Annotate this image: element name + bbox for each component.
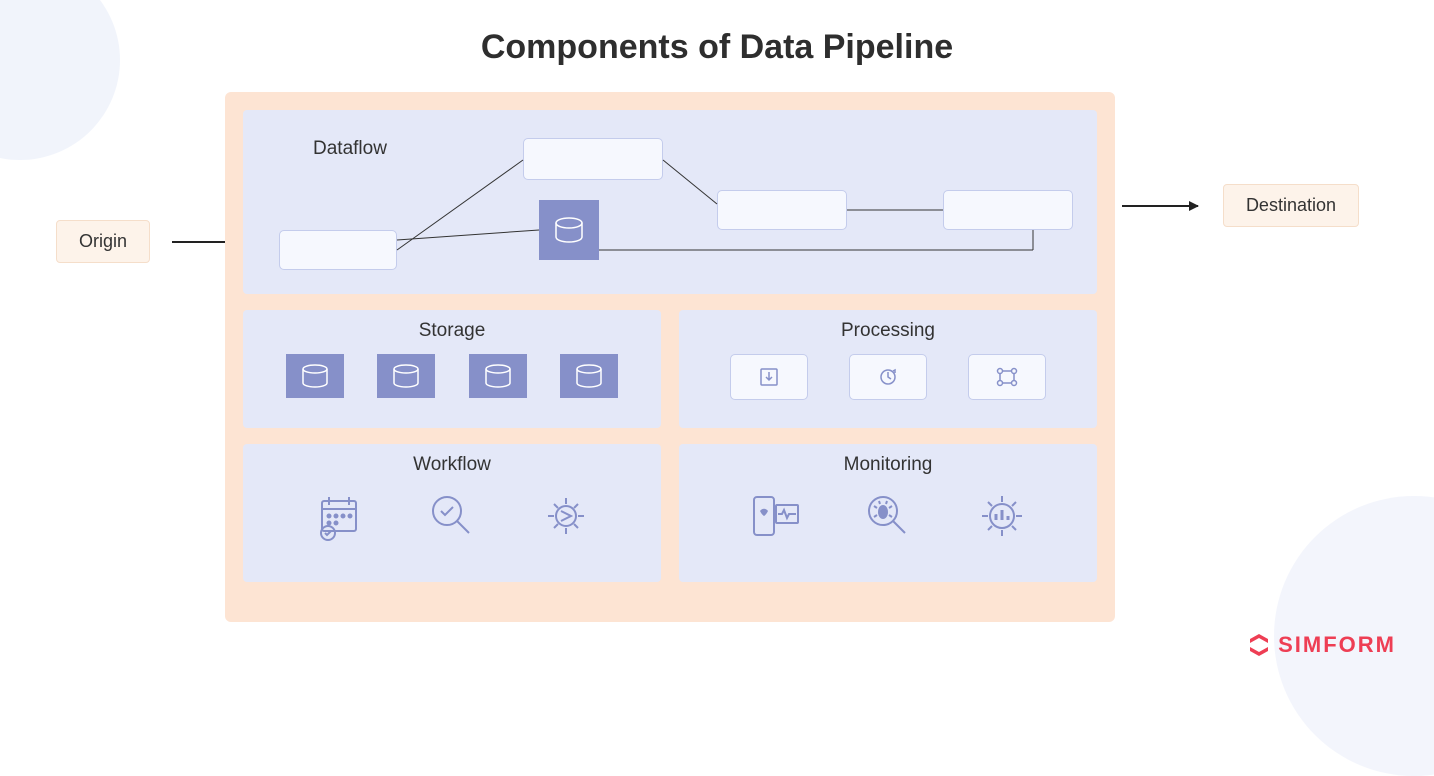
health-monitor-icon <box>747 488 803 544</box>
flow-node <box>523 138 663 180</box>
monitoring-panel: Monitoring <box>679 444 1097 582</box>
destination-box: Destination <box>1223 184 1359 227</box>
magnify-check-icon <box>424 488 480 544</box>
database-node-icon <box>539 200 599 260</box>
brand-logo-text: SIMFORM <box>1278 632 1396 658</box>
graph-nodes-icon <box>968 354 1046 400</box>
monitoring-label: Monitoring <box>679 444 1097 476</box>
background-blob <box>0 0 120 160</box>
processing-panel: Processing <box>679 310 1097 428</box>
arrow-out-icon <box>1122 205 1198 207</box>
bug-magnify-icon <box>860 488 916 544</box>
gear-chart-icon <box>974 488 1030 544</box>
brand-logo: SIMFORM <box>1246 632 1396 658</box>
database-icon <box>286 354 344 398</box>
diagram-title: Components of Data Pipeline <box>0 28 1434 67</box>
download-icon <box>730 354 808 400</box>
calendar-schedule-icon <box>311 488 367 544</box>
workflow-label: Workflow <box>243 444 661 476</box>
storage-panel: Storage <box>243 310 661 428</box>
dataflow-panel: Dataflow <box>243 110 1097 294</box>
gear-arrows-icon <box>538 488 594 544</box>
flow-node <box>943 190 1073 230</box>
brand-logo-icon <box>1246 632 1272 658</box>
pipeline-container: Dataflow Storage Processing <box>225 92 1115 622</box>
workflow-panel: Workflow <box>243 444 661 582</box>
flow-node <box>717 190 847 230</box>
processing-label: Processing <box>679 310 1097 342</box>
refresh-icon <box>849 354 927 400</box>
database-icon <box>560 354 618 398</box>
origin-box: Origin <box>56 220 150 263</box>
storage-label: Storage <box>243 310 661 342</box>
database-icon <box>377 354 435 398</box>
dataflow-label: Dataflow <box>313 138 387 160</box>
flow-node <box>279 230 397 270</box>
database-icon <box>469 354 527 398</box>
